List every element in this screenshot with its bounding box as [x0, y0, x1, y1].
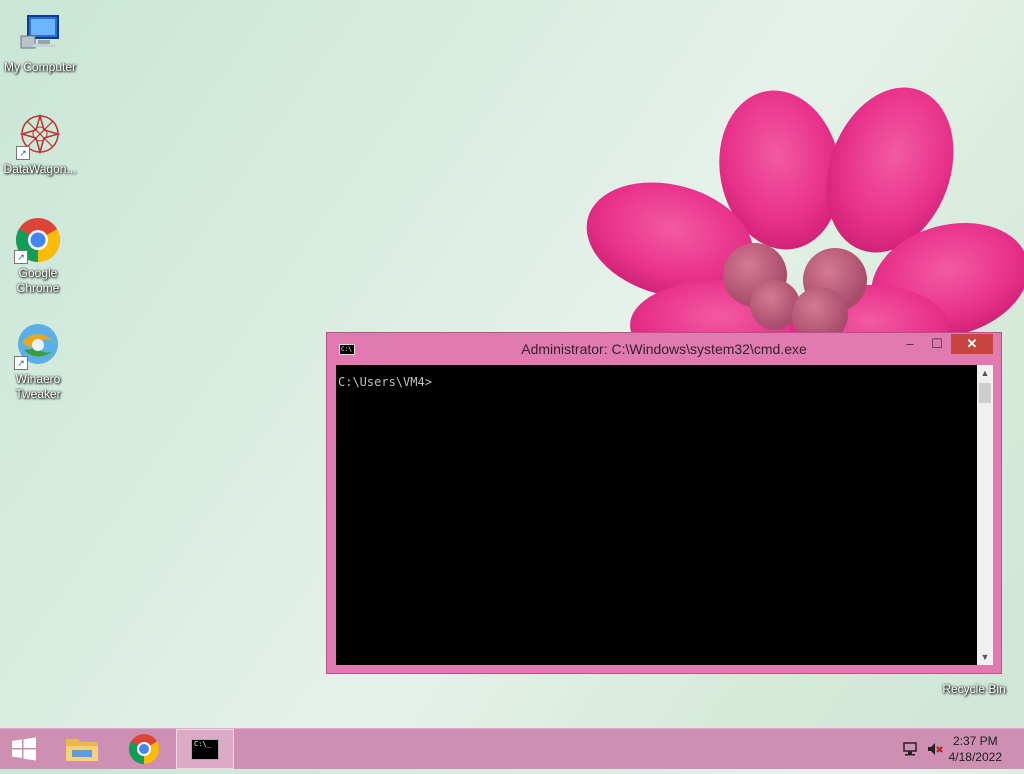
desktop-icon-my-computer[interactable]: My Computer — [0, 10, 80, 75]
desktop-icon-google-chrome[interactable]: ↗ Google Chrome — [0, 216, 78, 296]
scroll-thumb[interactable] — [979, 383, 991, 403]
console-output[interactable]: C:\Users\VM4> — [336, 365, 977, 665]
desktop-icon-label: Recycle Bin — [942, 682, 1006, 696]
taskbar-google-chrome[interactable] — [118, 729, 170, 769]
desktop-icon-label: Winaero Tweaker — [15, 372, 61, 401]
winaero-tweaker-icon: ↗ — [14, 322, 62, 370]
scroll-up-arrow-icon[interactable]: ▲ — [977, 365, 993, 381]
desktop-icon-datawagon[interactable]: ↗ DataWagon... — [0, 112, 80, 177]
minimize-button[interactable]: – — [899, 334, 921, 354]
datawagon-icon: ↗ — [16, 112, 64, 160]
folder-icon — [66, 739, 98, 761]
desktop-icon-label: My Computer — [3, 60, 77, 74]
close-button[interactable]: ✕ — [951, 334, 993, 354]
cmd-window[interactable]: C:\ Administrator: C:\Windows\system32\c… — [326, 332, 1002, 674]
taskbar-command-prompt[interactable]: C:\_ — [176, 729, 234, 769]
clock-time: 2:37 PM — [952, 734, 998, 748]
chrome-icon — [128, 734, 160, 764]
shortcut-arrow-icon: ↗ — [16, 146, 30, 160]
scroll-down-arrow-icon[interactable]: ▼ — [977, 649, 993, 665]
shortcut-arrow-icon: ↗ — [14, 356, 28, 370]
chrome-icon: ↗ — [14, 216, 62, 264]
wallpaper-flower — [586, 87, 1024, 370]
clock[interactable]: 2:37 PM 4/18/2022 — [949, 733, 1002, 765]
vertical-scrollbar[interactable]: ▲ ▼ — [977, 365, 993, 665]
windows-logo-icon — [12, 737, 36, 761]
desktop-icon-winaero-tweaker[interactable]: ↗ Winaero Tweaker — [0, 322, 78, 402]
maximize-button[interactable]: ☐ — [925, 334, 949, 354]
network-icon[interactable] — [902, 741, 920, 757]
computer-icon — [16, 10, 64, 58]
system-tray: 2:37 PM 4/18/2022 — [884, 729, 1024, 769]
cmd-icon: C:\_ — [191, 739, 219, 760]
shortcut-arrow-icon: ↗ — [14, 250, 28, 264]
console-prompt: C:\Users\VM4> — [338, 375, 432, 389]
volume-muted-icon[interactable] — [926, 741, 944, 757]
desktop-icon-label: DataWagon... — [3, 162, 77, 176]
start-button[interactable] — [0, 729, 48, 769]
window-titlebar[interactable]: C:\ Administrator: C:\Windows\system32\c… — [327, 333, 1001, 365]
clock-date: 4/18/2022 — [948, 750, 1002, 764]
taskbar: C:\_ 2:37 PM 4/18/2022 — [0, 728, 1024, 769]
taskbar-file-explorer[interactable] — [56, 729, 108, 769]
desktop-icon-label: Google Chrome — [16, 266, 60, 295]
